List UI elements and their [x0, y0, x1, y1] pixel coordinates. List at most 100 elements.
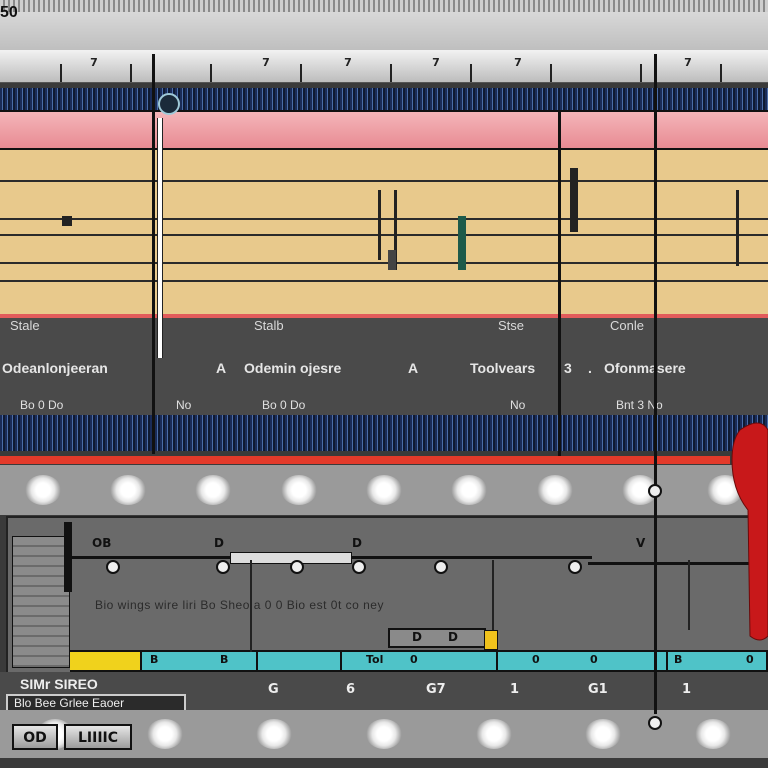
lane-segment[interactable]: [496, 652, 668, 670]
ruler-label: 7: [684, 56, 692, 69]
timeline-grid: [12, 536, 70, 668]
timeline-handle[interactable]: [64, 522, 72, 592]
marker-knob[interactable]: [648, 716, 662, 730]
ruler-label: 7: [514, 56, 522, 69]
stop-button[interactable]: OD: [12, 724, 58, 750]
playhead[interactable]: [157, 118, 163, 358]
note-block[interactable]: [736, 190, 739, 266]
clip-marker[interactable]: [352, 560, 366, 574]
recording-bar: [0, 456, 730, 464]
ruler-tick: [640, 64, 642, 82]
ruler-tick: [60, 64, 62, 82]
clip-marker[interactable]: [290, 560, 304, 574]
clip-marker[interactable]: [434, 560, 448, 574]
light-indicator: [475, 719, 512, 749]
track-meta: Bo 0 Do: [20, 398, 64, 412]
note-block[interactable]: [378, 190, 381, 260]
ruler-tick: [720, 64, 722, 82]
transport-marker: 1: [682, 682, 692, 697]
clip-divider: [250, 560, 252, 652]
light-indicator: [280, 475, 317, 505]
mode-button[interactable]: LIIIIC: [64, 724, 132, 750]
ruler-tick: [470, 64, 472, 82]
track-label: Stse: [498, 318, 525, 333]
clip-button[interactable]: D: [412, 630, 422, 644]
clip-marker[interactable]: [568, 560, 582, 574]
lane-segment[interactable]: [340, 652, 498, 670]
track-meta: No: [176, 398, 192, 412]
ruler-label: 7: [344, 56, 352, 69]
marker-line[interactable]: [654, 54, 657, 714]
waveform-detail[interactable]: [0, 415, 768, 451]
lane-label: B: [674, 653, 683, 666]
track-detail[interactable]: Odemin ojesre: [244, 360, 341, 376]
clip-label: OB: [92, 536, 112, 550]
track-marker: A: [216, 360, 227, 376]
light-indicator: [195, 475, 232, 505]
clip-marker[interactable]: [216, 560, 230, 574]
track-marker: .: [588, 360, 592, 376]
note-block[interactable]: [388, 250, 396, 270]
transport-marker: G7: [426, 682, 446, 697]
window-title: 50: [0, 4, 18, 21]
track-area[interactable]: [0, 150, 768, 318]
track-divider: [0, 280, 768, 282]
clip-label: D: [352, 536, 362, 550]
automation-lane[interactable]: B B Tol 0 0 0 B 0: [70, 650, 768, 672]
transport-marker: 6: [346, 682, 356, 697]
transport-marker: 1: [510, 682, 520, 697]
track-detail[interactable]: Toolvears: [470, 360, 535, 376]
lane-label: 0: [410, 653, 418, 666]
selection-region[interactable]: [0, 110, 768, 151]
marker-knob[interactable]: [648, 484, 662, 498]
lane-label: 0: [590, 653, 598, 666]
transport-marker: G1: [588, 682, 608, 697]
ruler-tick: [130, 64, 132, 82]
ruler-label: 7: [262, 56, 270, 69]
lane-segment[interactable]: [256, 652, 342, 670]
time-ruler[interactable]: 7 7 7 7 7 7: [0, 50, 768, 83]
track-label: Stale: [10, 318, 40, 333]
track-divider: [0, 218, 768, 220]
track-divider: [0, 234, 768, 236]
ruler-tick: [390, 64, 392, 82]
waveform-overview[interactable]: [0, 88, 768, 110]
lane-label: 0: [532, 653, 540, 666]
ruler-label: 7: [90, 56, 98, 69]
ruler-label: 7: [432, 56, 440, 69]
track-label: Stalb: [254, 318, 284, 333]
light-indicator: [585, 719, 622, 749]
scroll-handle-icon[interactable]: [730, 420, 768, 642]
track-detail[interactable]: Ofonmasere: [604, 360, 686, 376]
clip-flag[interactable]: [484, 630, 498, 650]
lane-segment[interactable]: [70, 652, 142, 670]
track-label: Conle: [610, 318, 644, 333]
note-block[interactable]: [458, 216, 466, 270]
playhead-handle[interactable]: [158, 93, 180, 115]
note-block[interactable]: [62, 216, 72, 226]
track-meta: No: [510, 398, 526, 412]
clip-divider: [492, 560, 494, 630]
transport-status: SIMr SIREO: [20, 676, 98, 692]
light-indicator: [109, 475, 146, 505]
light-indicator: [365, 475, 402, 505]
track-divider: [0, 262, 768, 264]
lane-label: Tol: [366, 653, 384, 666]
transport-marker: G: [268, 682, 279, 697]
track-divider: [0, 180, 768, 182]
track-marker: 3: [564, 360, 572, 376]
marker-line[interactable]: [558, 110, 561, 456]
clip-divider: [688, 560, 690, 630]
marker-line[interactable]: [152, 54, 155, 454]
note-block[interactable]: [570, 168, 578, 232]
lane-label: B: [220, 653, 229, 666]
ruler-tick: [300, 64, 302, 82]
top-strip: [0, 0, 768, 12]
light-indicator: [24, 475, 61, 505]
title-bar: 50: [0, 4, 768, 52]
clip-button[interactable]: D: [448, 630, 458, 644]
light-indicator: [451, 475, 488, 505]
track-label-bar: Stale Stalb Stse Conle Odeanlonjeeran A …: [0, 318, 768, 415]
clip-marker[interactable]: [106, 560, 120, 574]
track-detail[interactable]: Odeanlonjeeran: [2, 360, 108, 376]
